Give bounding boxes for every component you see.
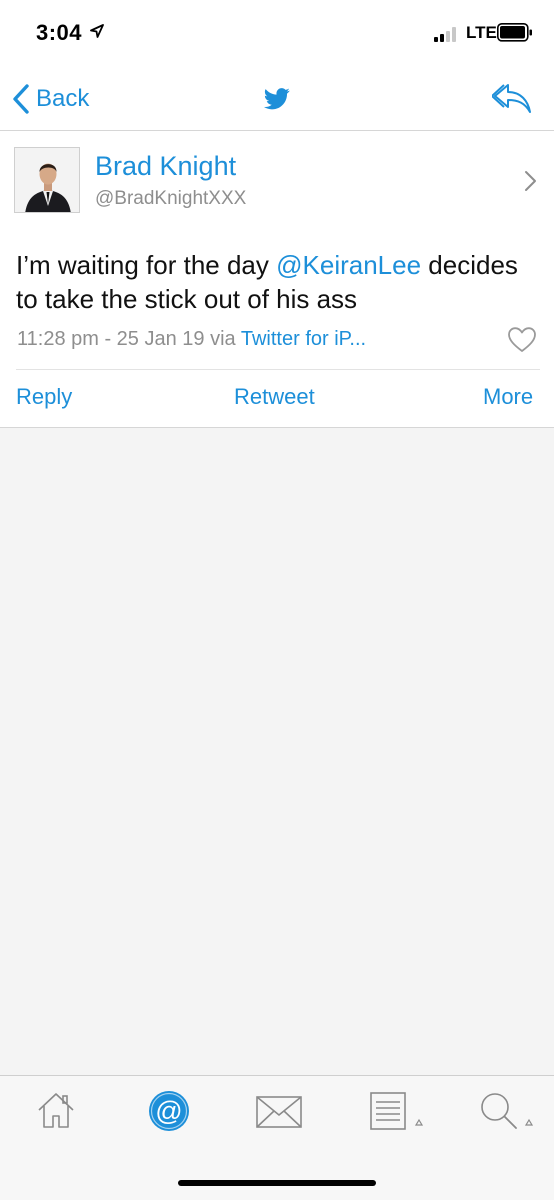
tweet-text-start: I’m waiting for the day xyxy=(16,250,277,280)
author-name[interactable]: Brad Knight xyxy=(95,151,236,182)
tweet-text: I’m waiting for the day @KeiranLee decid… xyxy=(16,248,546,316)
tweet-meta: 11:28 pm - 25 Jan 19 via Twitter for iP.… xyxy=(17,328,366,351)
status-time: 3:04 xyxy=(36,20,83,45)
search-icon[interactable] xyxy=(480,1090,538,1132)
tweet-detail: Brad Knight @BradKnightXXX I’m waiting f… xyxy=(0,131,554,428)
avatar-photo xyxy=(15,148,79,212)
reply-button[interactable]: Reply xyxy=(16,384,72,410)
tweet-timestamp: 11:28 pm - 25 Jan 19 via xyxy=(17,328,241,350)
heart-icon[interactable] xyxy=(507,326,537,353)
retweet-button[interactable]: Retweet xyxy=(234,384,315,410)
reply-all-icon[interactable] xyxy=(492,82,532,116)
back-button[interactable]: Back xyxy=(12,83,89,115)
back-label: Back xyxy=(36,85,90,112)
nav-bar: Back xyxy=(0,70,554,131)
home-icon[interactable] xyxy=(36,1090,76,1130)
divider xyxy=(16,369,540,370)
chevron-left-icon xyxy=(13,84,29,114)
client-link[interactable]: Twitter for iP... xyxy=(241,328,366,350)
more-button[interactable]: More xyxy=(483,384,533,410)
author-profile-row[interactable] xyxy=(0,131,554,221)
avatar[interactable] xyxy=(14,147,80,213)
twitter-bird-icon xyxy=(263,88,290,110)
svg-text:@: @ xyxy=(155,1096,182,1126)
lists-icon[interactable] xyxy=(370,1090,428,1132)
author-handle: @BradKnightXXX xyxy=(95,188,247,209)
mention-link[interactable]: @KeiranLee xyxy=(276,250,421,280)
location-arrow-icon xyxy=(90,24,104,38)
chevron-right-icon xyxy=(525,171,536,191)
network-type: LTE xyxy=(466,23,497,42)
status-bar: 3:04 LTE xyxy=(0,0,554,70)
home-indicator[interactable] xyxy=(178,1180,376,1186)
cellular-signal-icon xyxy=(434,27,456,42)
battery-icon xyxy=(497,23,532,42)
mentions-icon[interactable]: @ xyxy=(148,1090,190,1132)
messages-icon[interactable] xyxy=(256,1096,302,1128)
